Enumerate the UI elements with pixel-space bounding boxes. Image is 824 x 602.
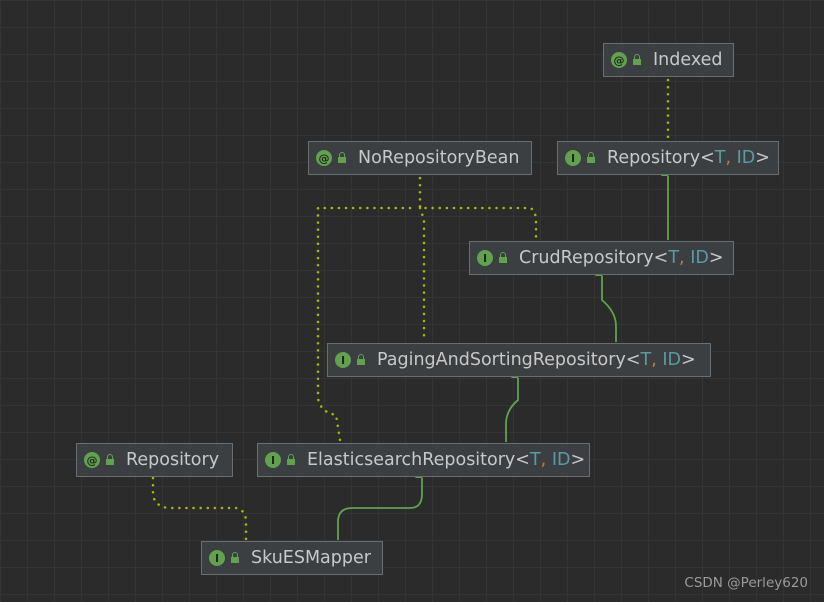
public-visibility-icon xyxy=(357,354,365,365)
edge-norepositorybean-to-elasticsearchrepository xyxy=(316,206,412,442)
interface-icon: I xyxy=(565,150,581,166)
node-indexed[interactable]: @ Indexed xyxy=(603,43,734,77)
node-crudrepository[interactable]: I CrudRepository<T, ID> xyxy=(469,241,734,275)
public-visibility-icon xyxy=(106,454,114,465)
node-label: Indexed xyxy=(653,50,723,70)
edge-skuesmapper-extends-elasticsearchrepository xyxy=(337,469,423,540)
interface-icon: I xyxy=(477,250,493,266)
node-repository-generic[interactable]: I Repository<T, ID> xyxy=(557,141,779,175)
node-label: Repository xyxy=(126,450,220,470)
node-pagingandsortingrepository[interactable]: I PagingAndSortingRepository<T, ID> xyxy=(327,343,711,377)
public-visibility-icon xyxy=(231,552,239,563)
annotation-icon: @ xyxy=(611,52,627,68)
edge-pagingandsortingrepository-extends-crudrepository xyxy=(595,267,617,342)
node-label: SkuESMapper xyxy=(251,548,371,568)
node-repository-annotation[interactable]: @ Repository xyxy=(76,443,233,477)
public-visibility-icon xyxy=(633,54,641,65)
public-visibility-icon xyxy=(338,152,346,163)
relationship-edges xyxy=(151,78,670,542)
edge-norepositorybean-to-crudrepository xyxy=(418,176,538,242)
edge-norepositorybean-to-pagingandsortingrepository xyxy=(418,206,426,342)
annotation-icon: @ xyxy=(316,150,332,166)
public-visibility-icon xyxy=(587,152,595,163)
node-label: PagingAndSortingRepository<T, ID> xyxy=(377,350,696,370)
edge-elasticsearchrepository-extends-pagingandsortingrepository xyxy=(505,369,519,442)
watermark: CSDN @Perley620 xyxy=(684,575,808,591)
node-label: Repository<T, ID> xyxy=(607,148,770,168)
node-skuesmapper[interactable]: I SkuESMapper xyxy=(201,541,383,575)
node-label: CrudRepository<T, ID> xyxy=(519,248,724,268)
annotation-icon: @ xyxy=(84,452,100,468)
public-visibility-icon xyxy=(499,252,507,263)
node-label: NoRepositoryBean xyxy=(358,148,520,168)
interface-icon: I xyxy=(335,352,351,368)
interface-icon: I xyxy=(265,452,281,468)
public-visibility-icon xyxy=(287,454,295,465)
edge-repository-annotation-to-skuesmapper xyxy=(151,476,248,542)
interface-icon: I xyxy=(209,550,225,566)
node-elasticsearchrepository[interactable]: I ElasticsearchRepository<T, ID> xyxy=(257,443,590,477)
node-label: ElasticsearchRepository<T, ID> xyxy=(307,450,586,470)
node-norepositorybean[interactable]: @ NoRepositoryBean xyxy=(308,141,532,175)
